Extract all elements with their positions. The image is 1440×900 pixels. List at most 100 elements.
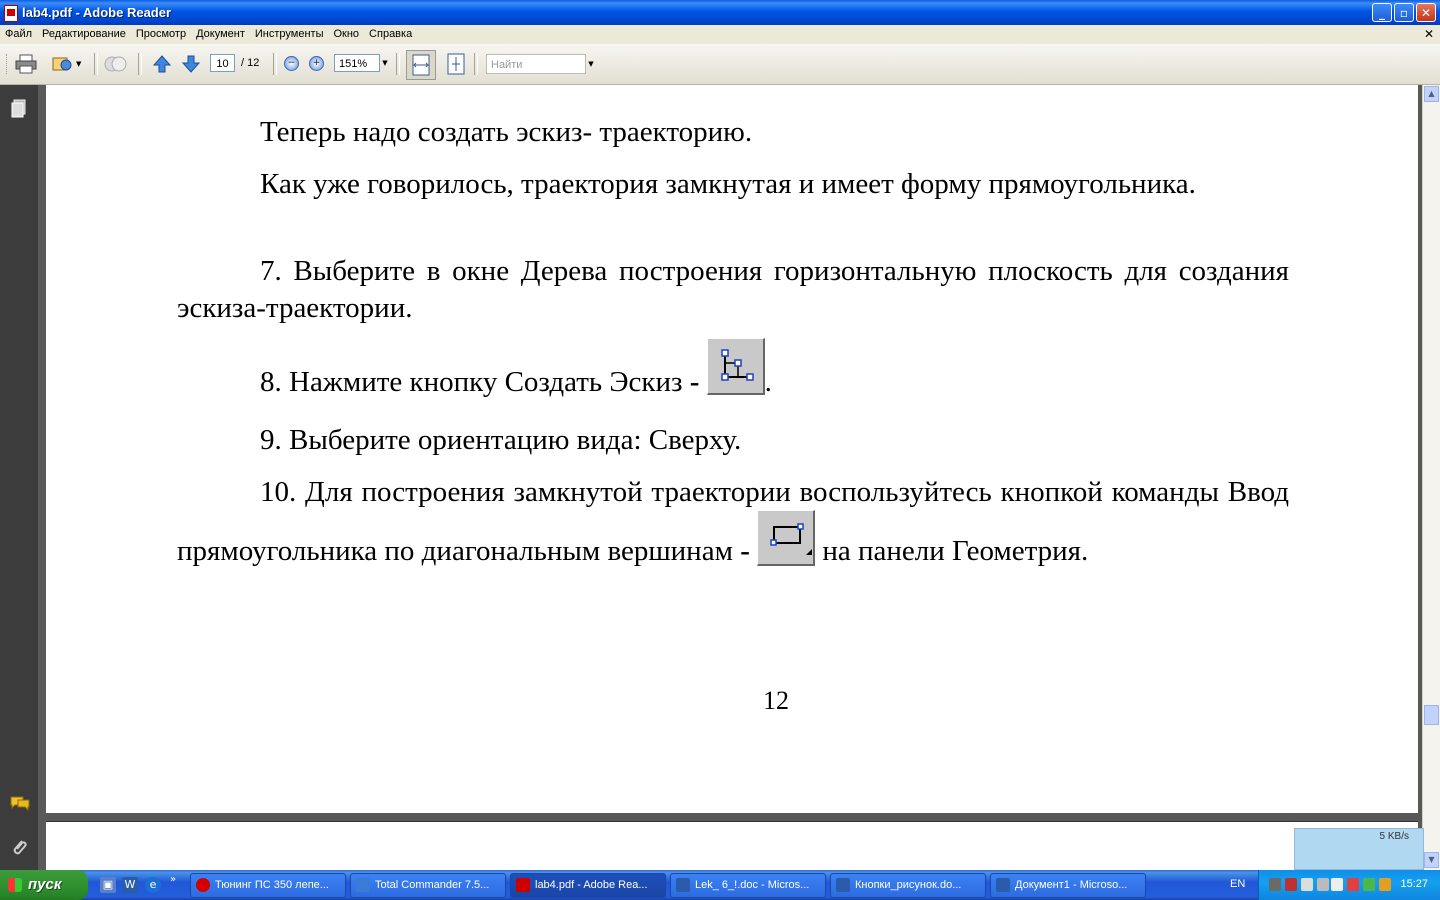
- step10-dash: -: [740, 535, 750, 567]
- step10-paragraph: 10. Для построения замкнутой траектории …: [177, 474, 1289, 569]
- page-number: 12: [763, 686, 789, 715]
- scroll-up-icon[interactable]: ▲: [1424, 86, 1439, 102]
- step10-text: 10. Для построения замкнутой траектории …: [177, 476, 1289, 567]
- task-button-total-commander[interactable]: Total Commander 7.5...: [350, 873, 506, 898]
- step10-end-text: на панели Геометрия.: [822, 535, 1089, 567]
- word-icon[interactable]: W: [122, 877, 138, 893]
- connection-tray-icon[interactable]: [1301, 878, 1313, 891]
- rectangle-button-image: [757, 510, 816, 566]
- scroll-thumb[interactable]: [1424, 705, 1439, 725]
- menu-window[interactable]: Окно: [328, 25, 364, 40]
- close-button[interactable]: ✕: [1416, 3, 1436, 22]
- vertical-scrollbar[interactable]: ▲ ▼: [1422, 85, 1440, 870]
- quicklaunch-more-icon[interactable]: »: [170, 874, 176, 885]
- next-page-icon[interactable]: [179, 52, 203, 76]
- network-rate: 5 KB/s: [1379, 831, 1409, 842]
- toolbar-separator: [138, 53, 142, 75]
- step8-end: .: [764, 366, 772, 398]
- toolbar-separator: [396, 53, 400, 75]
- toolbar-grip[interactable]: [6, 54, 10, 74]
- task-label: Total Commander 7.5...: [375, 879, 490, 891]
- pdf-icon: [516, 878, 530, 892]
- task-label: Документ1 - Microso...: [1015, 879, 1128, 891]
- task-label: lab4.pdf - Adobe Rea...: [535, 879, 648, 891]
- pdf-app-icon: [4, 5, 18, 22]
- maximize-button[interactable]: ▫: [1394, 3, 1414, 22]
- nvidia-tray-icon[interactable]: [1363, 878, 1375, 891]
- document-close-button[interactable]: ✕: [1424, 27, 1434, 41]
- previous-page-icon[interactable]: [150, 52, 174, 76]
- toolbar-separator: [474, 53, 478, 75]
- page-number-input[interactable]: 10: [210, 54, 235, 72]
- language-indicator[interactable]: EN: [1230, 878, 1245, 890]
- paragraph: 7. Выберите в окне Дерева построения гор…: [177, 255, 1289, 324]
- document-area: Теперь надо создать эскиз- траекторию. К…: [46, 85, 1422, 882]
- task-button-word-lek[interactable]: Lek_ 6_!.doc - Micros...: [670, 873, 826, 898]
- zoom-level-field[interactable]: 151%: [334, 54, 380, 72]
- zoom-dropdown-icon[interactable]: ▼: [380, 54, 390, 72]
- show-desktop-icon[interactable]: ▣: [100, 877, 116, 893]
- start-button[interactable]: пуск: [0, 870, 88, 900]
- scroll-down-icon[interactable]: ▼: [1424, 852, 1439, 868]
- find-input[interactable]: Найти: [486, 54, 586, 74]
- create-sketch-button-image: [706, 338, 765, 395]
- menu-edit[interactable]: Редактирование: [37, 25, 131, 40]
- device-tray-icon[interactable]: [1317, 878, 1329, 891]
- internet-explorer-icon[interactable]: e: [145, 877, 161, 893]
- task-button-word-document1[interactable]: Документ1 - Microso...: [990, 873, 1146, 898]
- word-doc-icon: [836, 878, 850, 892]
- menu-bar: Файл Редактирование Просмотр Документ Инстру…: [0, 25, 1440, 44]
- network-tray-icon[interactable]: [1269, 878, 1281, 891]
- windows-logo-icon: [8, 878, 22, 892]
- email-dropdown-icon[interactable]: ▼: [76, 52, 86, 76]
- attachments-icon[interactable]: [9, 837, 29, 857]
- taskbar: пуск ▣ W e » Тюнинг ПС 350 лепе... Total…: [0, 870, 1440, 900]
- step8-paragraph: 8. Нажмите кнопку Создать Эскиз - .: [177, 338, 1289, 401]
- title-bar: lab4.pdf - Adobe Reader _ ▫ ✕: [0, 0, 1440, 25]
- page-total-label: / 12: [241, 57, 260, 69]
- paragraph: Теперь надо создать эскиз- траекторию.: [260, 116, 753, 148]
- paragraph: 9. Выберите ориентацию вида: Сверху.: [260, 424, 742, 456]
- zoom-out-icon[interactable]: −: [284, 52, 300, 76]
- step8-dash: -: [689, 366, 700, 398]
- print-icon[interactable]: [14, 52, 38, 76]
- task-label: Lek_ 6_!.doc - Micros...: [695, 879, 810, 891]
- volume-tray-icon[interactable]: [1331, 878, 1343, 891]
- network-monitor-widget: 5 KB/s: [1294, 828, 1424, 870]
- fit-width-button[interactable]: [406, 50, 436, 80]
- toolbar-separator: [94, 53, 98, 75]
- menu-document[interactable]: Документ: [191, 25, 250, 40]
- comments-icon[interactable]: [9, 795, 30, 815]
- task-button-opera[interactable]: Тюнинг ПС 350 лепе...: [190, 873, 346, 898]
- minimize-button[interactable]: _: [1372, 3, 1392, 22]
- word-doc-icon: [996, 878, 1010, 892]
- antivirus-tray-icon[interactable]: [1285, 878, 1297, 891]
- task-label: Тюнинг ПС 350 лепе...: [215, 879, 329, 891]
- task-label: Кнопки_рисунок.do...: [855, 879, 962, 891]
- task-button-adobe-reader[interactable]: lab4.pdf - Adobe Rea...: [510, 873, 666, 898]
- window-title: lab4.pdf - Adobe Reader: [22, 5, 172, 20]
- document-page: Теперь надо создать эскиз- траекторию. К…: [46, 85, 1418, 813]
- total-commander-icon: [356, 878, 370, 892]
- email-attach-icon[interactable]: [50, 52, 74, 76]
- fit-page-icon[interactable]: [444, 52, 468, 76]
- opera-icon: [196, 878, 210, 892]
- menu-file[interactable]: Файл: [0, 25, 37, 40]
- menu-help[interactable]: Справка: [364, 25, 417, 40]
- menu-tools[interactable]: Инструменты: [250, 25, 329, 40]
- clock: 15:27: [1400, 878, 1428, 890]
- panel-splitter[interactable]: [38, 85, 46, 870]
- menu-view[interactable]: Просмотр: [131, 25, 191, 40]
- pages-icon[interactable]: [9, 99, 29, 119]
- task-button-word-knopki[interactable]: Кнопки_рисунок.do...: [830, 873, 986, 898]
- paragraph: Как уже говорилось, траектория замкнутая…: [260, 168, 1196, 200]
- toolbar-separator: [273, 53, 277, 75]
- zoom-in-icon[interactable]: +: [309, 52, 325, 76]
- misc-tray-icon[interactable]: [1379, 878, 1391, 891]
- update-tray-icon[interactable]: [1347, 878, 1359, 891]
- collaborate-icon[interactable]: [104, 52, 128, 76]
- step8-text: 8. Нажмите кнопку Создать Эскиз: [260, 366, 683, 398]
- find-dropdown-icon[interactable]: ▼: [586, 54, 596, 74]
- start-label: пуск: [28, 876, 62, 893]
- word-doc-icon: [676, 878, 690, 892]
